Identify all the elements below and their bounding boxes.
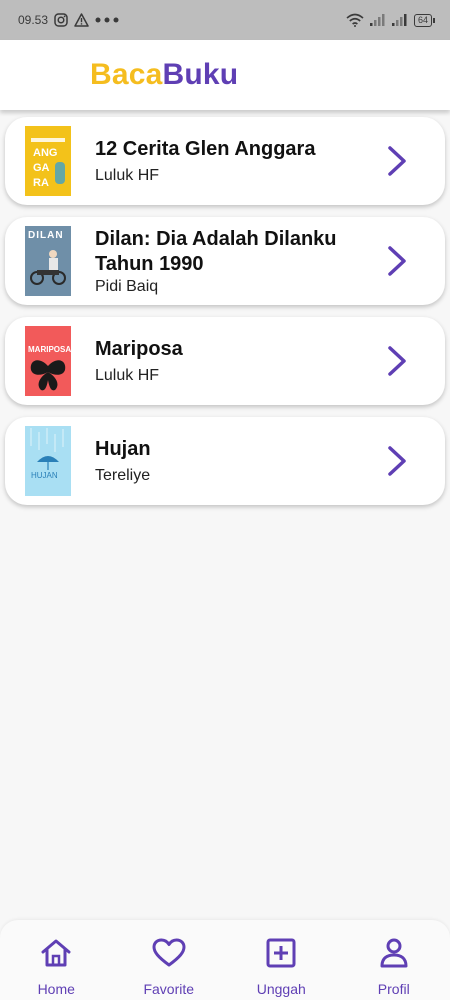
book-title: Hujan (95, 438, 151, 460)
book-cover: ANG GA RA (25, 126, 71, 196)
book-title: 12 Cerita Glen Anggara (95, 138, 316, 160)
chevron-right-icon[interactable] (385, 345, 409, 377)
nav-item-home[interactable]: Home (0, 920, 113, 1000)
nav-label-profile: Profil (377, 981, 410, 997)
signal-icon-2 (391, 14, 408, 26)
book-author: Luluk HF (95, 367, 160, 384)
svg-text:HUJAN: HUJAN (31, 471, 58, 480)
nav-item-upload[interactable]: Unggah (225, 920, 338, 1000)
more-notifications-icon (95, 17, 119, 23)
book-author: Tereliye (95, 467, 151, 484)
chevron-right-icon[interactable] (385, 245, 409, 277)
nav-label-favorite: Favorite (143, 981, 195, 997)
heart-icon[interactable] (152, 936, 186, 970)
bottom-navigation: Home Favorite Unggah Profil (0, 920, 450, 1000)
book-title: Dilan: Dia Adalah Dilanku Tahun 1990 (95, 227, 337, 275)
book-title: Mariposa (95, 338, 183, 360)
book-card[interactable]: MARIPOSA Mariposa Luluk HF (5, 317, 445, 405)
instagram-icon (54, 13, 68, 27)
logo-part-buku: Buku (162, 58, 239, 91)
status-bar: 09.53 64 (0, 0, 450, 40)
nav-label-upload: Unggah (256, 981, 306, 997)
home-icon[interactable] (39, 936, 73, 970)
wifi-icon (346, 13, 364, 27)
book-author: Luluk HF (95, 167, 160, 184)
nav-item-favorite[interactable]: Favorite (113, 920, 226, 1000)
upload-plus-icon[interactable] (264, 936, 298, 970)
book-author: Pidi Baiq (95, 277, 159, 295)
book-list: ANG GA RA 12 Cerita Glen Anggara Luluk H… (5, 117, 445, 517)
book-card[interactable]: DILAN Dilan: Dia Adalah Dilanku Tahun 19… (5, 217, 445, 305)
person-icon[interactable] (377, 936, 411, 970)
chevron-right-icon[interactable] (385, 445, 409, 477)
svg-text:RA: RA (33, 177, 49, 189)
nav-label-home: Home (37, 981, 75, 997)
warning-icon (74, 13, 89, 27)
status-time: 09.53 (18, 13, 49, 27)
svg-text:GA: GA (33, 162, 50, 174)
app-logo: BacaBuku (90, 58, 238, 92)
signal-icon-1 (369, 14, 386, 26)
book-cover: DILAN (25, 226, 71, 296)
logo-part-baca: Baca (90, 58, 163, 91)
book-card[interactable]: ANG GA RA 12 Cerita Glen Anggara Luluk H… (5, 117, 445, 205)
svg-text:DILAN: DILAN (28, 230, 64, 241)
book-cover: HUJAN (25, 426, 71, 496)
nav-item-profile[interactable]: Profil (338, 920, 450, 1000)
svg-text:MARIPOSA: MARIPOSA (28, 345, 71, 354)
app-header: BacaBuku (0, 40, 450, 110)
book-card[interactable]: HUJAN Hujan Tereliye (5, 417, 445, 505)
chevron-right-icon[interactable] (385, 145, 409, 177)
svg-text:ANG: ANG (33, 147, 57, 159)
book-cover: MARIPOSA (25, 326, 71, 396)
battery-indicator: 64 (413, 13, 436, 27)
